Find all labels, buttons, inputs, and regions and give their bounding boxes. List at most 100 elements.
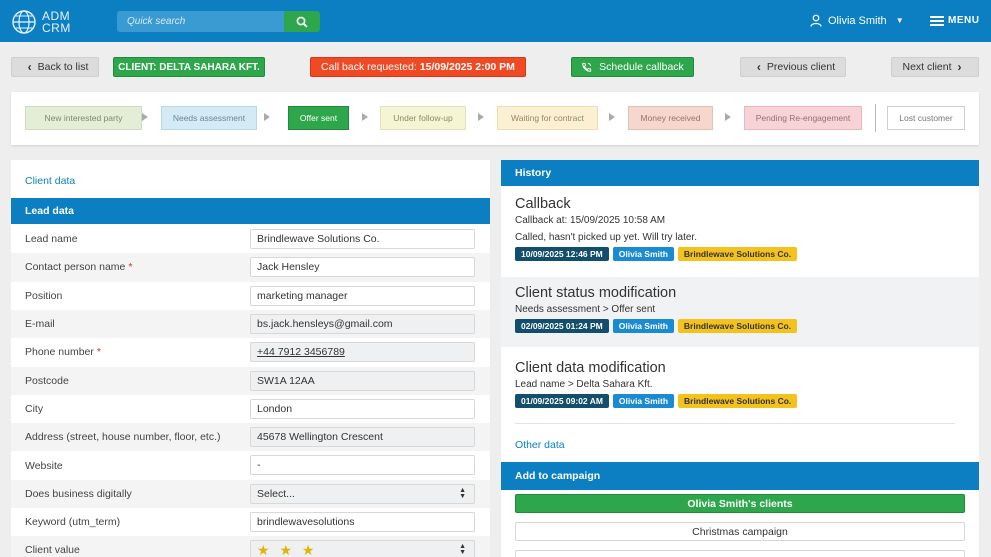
- stage-label: Money received: [640, 113, 701, 123]
- quick-search: [117, 11, 320, 32]
- user-chip[interactable]: Olivia Smith: [612, 394, 675, 408]
- stage-needs-assessment[interactable]: Needs assessment: [161, 106, 257, 130]
- history-item-detail: Lead name > Delta Sahara Kft.: [515, 379, 653, 390]
- stage-label: Lost customer: [899, 113, 953, 123]
- stage-label: New interested party: [44, 113, 123, 123]
- field-input[interactable]: ★ ★ ★ ▲ ▼: [250, 540, 475, 557]
- field-input[interactable]: brindlewavesolutions: [250, 512, 475, 532]
- field-input[interactable]: 45678 Wellington Crescent: [250, 427, 475, 448]
- chevron-left-icon: ‹: [27, 60, 32, 74]
- globe-logo-icon: [12, 10, 36, 34]
- arrow-right-icon: [609, 113, 615, 121]
- chevron-left-icon: ‹: [756, 60, 761, 74]
- field-input[interactable]: Brindlewave Solutions Co.: [250, 229, 475, 249]
- hamburger-icon: [930, 15, 944, 26]
- field-label: Keyword (utm_term): [25, 516, 121, 529]
- history-divider: [515, 423, 955, 424]
- stage-label: Needs assessment: [172, 113, 246, 123]
- stage-new-interested-party[interactable]: New interested party: [25, 106, 142, 130]
- user-chip[interactable]: Olivia Smith: [612, 247, 674, 261]
- date-chip: 10/09/2025 12:46 PM: [515, 247, 609, 261]
- field-label: Address (street, house number, floor, et…: [25, 431, 221, 444]
- field-label: Postcode: [25, 374, 69, 387]
- client-data-title[interactable]: Client data: [11, 175, 75, 187]
- field-input[interactable]: SW1A 12AA: [250, 370, 475, 391]
- history-item-title: Callback: [515, 196, 571, 212]
- previous-client-label: Previous client: [766, 61, 836, 73]
- lead-chip[interactable]: Brindlewave Solutions Co.: [677, 319, 798, 333]
- field-input[interactable]: marketing manager: [250, 285, 475, 306]
- search-input[interactable]: [117, 11, 284, 32]
- user-chip[interactable]: Olivia Smith: [612, 319, 674, 333]
- field-row: City London: [11, 395, 490, 423]
- pipeline-divider: [875, 104, 876, 132]
- field-label: Contact person name: [25, 261, 126, 274]
- previous-client-button[interactable]: ‹ Previous client: [740, 57, 846, 77]
- history-item-note: Called, hasn't picked up yet. Will try l…: [515, 232, 697, 243]
- required-marker: *: [128, 261, 133, 274]
- field-value: Jack Hensley: [257, 261, 320, 274]
- client-name-badge: CLIENT: DELTA SAHARA KFT.: [113, 57, 265, 77]
- next-client-button[interactable]: Next client ›: [891, 57, 979, 77]
- field-value: bs.jack.hensleys@gmail.com: [257, 317, 393, 330]
- field-input[interactable]: Jack Hensley: [250, 257, 475, 278]
- field-input[interactable]: -: [250, 455, 475, 476]
- select-arrows-icon: ▲ ▼: [459, 543, 466, 557]
- field-label: E-mail: [25, 318, 55, 331]
- schedule-callback-button[interactable]: Schedule callback: [571, 57, 694, 77]
- search-button[interactable]: [284, 11, 320, 32]
- field-label: Position: [25, 289, 63, 302]
- arrow-right-icon: [142, 113, 148, 121]
- history-item-title: Client data modification: [515, 360, 666, 376]
- field-value: marketing manager: [257, 289, 348, 302]
- next-client-label: Next client: [902, 61, 952, 73]
- history-item-callback: Callback Callback at: 15/09/2025 10:58 A…: [501, 188, 979, 276]
- logo[interactable]: ADM CRM: [11, 9, 71, 35]
- top-navigation-bar: ADM CRM Olivia Smith ▼ MENU: [0, 0, 991, 42]
- arrow-right-icon: [264, 113, 270, 121]
- client-name-label: CLIENT: DELTA SAHARA KFT.: [118, 61, 260, 73]
- main-menu-button[interactable]: MENU: [930, 15, 979, 26]
- campaign-christmas[interactable]: Christmas campaign: [515, 522, 965, 541]
- client-data-panel: Client data Lead data Lead name Brindlewa…: [11, 160, 490, 557]
- field-value: 45678 Wellington Crescent: [257, 431, 383, 444]
- lead-chip[interactable]: Brindlewave Solutions Co.: [678, 394, 798, 408]
- field-input[interactable]: Select... ▲ ▼: [250, 483, 475, 504]
- field-input[interactable]: bs.jack.hensleys@gmail.com: [250, 313, 475, 334]
- field-row: Website -: [11, 451, 490, 479]
- field-row: Contact person name * Jack Hensley: [11, 253, 490, 282]
- field-value: SW1A 12AA: [257, 374, 315, 387]
- stage-under-follow-up[interactable]: Under follow-up: [380, 106, 466, 130]
- field-row: Phone number * +44 7912 3456789: [11, 338, 490, 366]
- other-data-link[interactable]: Other data: [501, 439, 565, 451]
- user-menu[interactable]: Olivia Smith ▼: [810, 14, 904, 27]
- lead-data-header: Lead data: [11, 198, 490, 224]
- stage-money-received[interactable]: Money received: [628, 106, 713, 130]
- back-to-list-button[interactable]: ‹ Back to list: [11, 57, 99, 77]
- stage-lost-customer[interactable]: Lost customer: [887, 106, 965, 130]
- select-arrows-icon: ▲ ▼: [459, 486, 466, 500]
- field-input[interactable]: London: [250, 398, 475, 419]
- history-item-tags: 10/09/2025 12:46 PM Olivia Smith Brindle…: [515, 247, 979, 261]
- field-row: Lead name Brindlewave Solutions Co.: [11, 225, 490, 253]
- user-icon: [810, 14, 822, 27]
- stage-label: Offer sent: [299, 113, 338, 123]
- stage-pending-re-engagement[interactable]: Pending Re-engagement: [744, 106, 862, 130]
- arrow-right-icon: [478, 113, 484, 121]
- logo-text: ADM CRM: [42, 9, 71, 35]
- history-item-title: Client status modification: [515, 285, 677, 301]
- stage-offer-sent[interactable]: Offer sent: [288, 106, 349, 130]
- field-input[interactable]: +44 7912 3456789: [250, 342, 475, 363]
- field-value: -: [257, 459, 261, 472]
- field-row: Client value ★ ★ ★ ▲ ▼: [11, 536, 490, 557]
- lead-chip[interactable]: Brindlewave Solutions Co.: [677, 247, 798, 261]
- history-header: History: [501, 160, 979, 186]
- field-label: Lead name: [25, 233, 78, 246]
- field-row: Postcode SW1A 12AA: [11, 366, 490, 395]
- callback-datetime: 15/09/2025 2:00 PM: [419, 61, 515, 73]
- campaign-olivia-smiths-clients[interactable]: Olivia Smith's clients: [515, 494, 965, 513]
- field-label: Does business digitally: [25, 487, 132, 500]
- campaign-next[interactable]: [515, 550, 965, 557]
- caret-down-icon: ▼: [895, 16, 904, 25]
- stage-waiting-for-contract[interactable]: Waiting for contract: [497, 106, 598, 130]
